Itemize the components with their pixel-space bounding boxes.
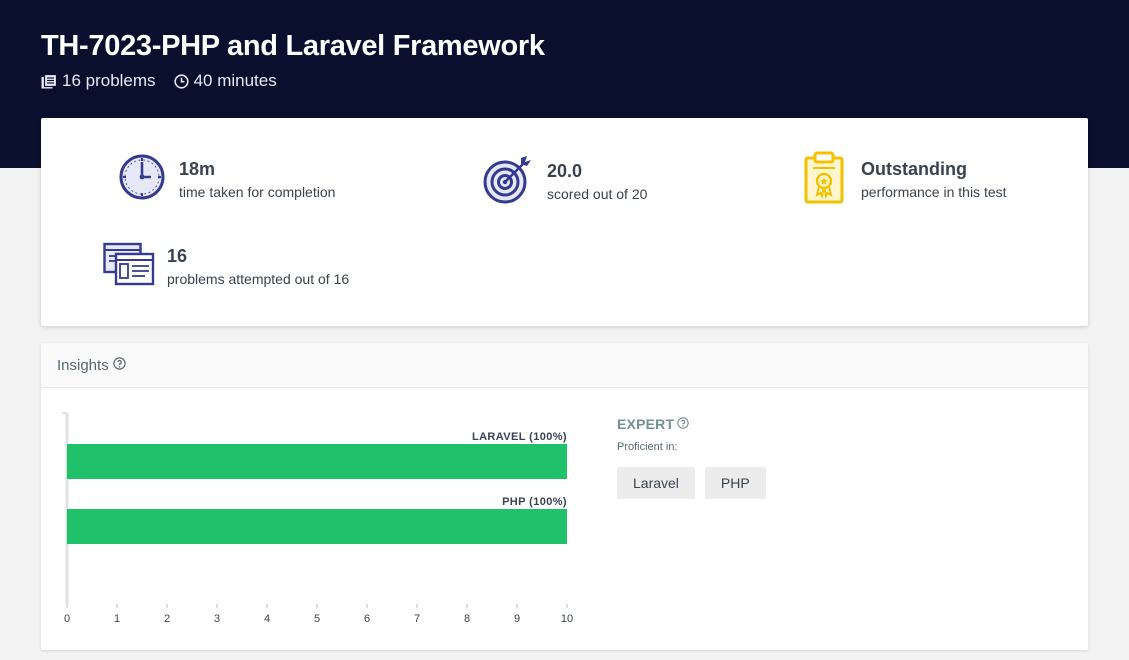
bar-1 [67,509,567,544]
stat-score-text: 20.0 scored out of 20 [547,160,647,204]
stat-performance-text: Outstanding performance in this test [861,158,1007,202]
book-icon [41,73,57,89]
bar-label-0: LARAVEL (100%) [472,431,567,443]
insights-title: Insights [57,356,109,374]
stat-attempted-label: problems attempted out of 16 [167,270,350,287]
stat-score-value: 20.0 [547,160,583,181]
problems-count: 16 problems [41,71,156,91]
stat-attempted-value: 16 [167,245,188,266]
stat-performance: Outstanding performance in this test [801,150,1007,209]
stat-performance-label: performance in this test [861,183,1007,200]
x-tick-label-3: 3 [214,613,220,625]
x-tick-label-0: 0 [64,613,70,625]
skills-bar-chart: LARAVEL (100%) PHP (100%) 0 1 2 3 4 5 6 7 8 9 10 [62,412,573,625]
insights-header: Insights [41,343,1088,388]
insights-card: Insights LARAVEL (100%) PHP (100%) 0 1 2 3 4 5 6… [41,343,1088,650]
duration-label: 40 minutes [193,71,277,90]
windows-icon [103,242,155,291]
x-tick-label-7: 7 [414,613,420,625]
page-title: TH-7023-PHP and Laravel Framework [41,30,545,62]
stat-score: 20.0 scored out of 20 [481,152,647,211]
bar-0 [67,444,567,479]
stat-score-label: scored out of 20 [547,185,648,202]
stat-time: 18m time taken for completion [117,152,335,207]
x-tick-label-8: 8 [464,613,470,625]
x-tick-label-1: 1 [114,613,120,625]
stat-time-value: 18m [179,158,216,179]
skill-level: EXPERT [617,416,689,432]
clipboard-badge-icon [801,150,849,209]
skill-tags: Laravel PHP [617,467,766,499]
stat-attempted: 16 problems attempted out of 16 [103,242,349,291]
test-meta: 16 problems 40 minutes [41,71,277,91]
target-icon [481,152,535,211]
x-tick-label-4: 4 [264,613,270,625]
stat-time-label: time taken for completion [179,183,336,200]
summary-card: 18m time taken for completion 20.0 score… [41,118,1088,326]
x-tick-label-5: 5 [314,613,320,625]
x-tick-label-2: 2 [164,613,170,625]
stat-attempted-text: 16 problems attempted out of 16 [167,245,349,289]
stat-performance-value: Outstanding [861,158,967,179]
proficient-label: Proficient in: [617,441,678,453]
clock-icon [117,152,167,207]
bar-label-1: PHP (100%) [502,496,567,508]
problems-count-label: 16 problems [62,71,156,90]
skill-tag-laravel[interactable]: Laravel [617,467,695,499]
x-tick-label-9: 9 [514,613,520,625]
x-tick-label-10: 10 [561,613,573,625]
skill-tag-php[interactable]: PHP [704,467,766,499]
duration: 40 minutes [173,71,277,91]
level-help-icon[interactable] [677,416,689,432]
x-tick-label-6: 6 [364,613,370,625]
help-icon[interactable] [113,356,126,374]
clock-small-icon [173,73,189,89]
skill-level-label: EXPERT [617,416,675,432]
stat-time-text: 18m time taken for completion [179,158,335,202]
